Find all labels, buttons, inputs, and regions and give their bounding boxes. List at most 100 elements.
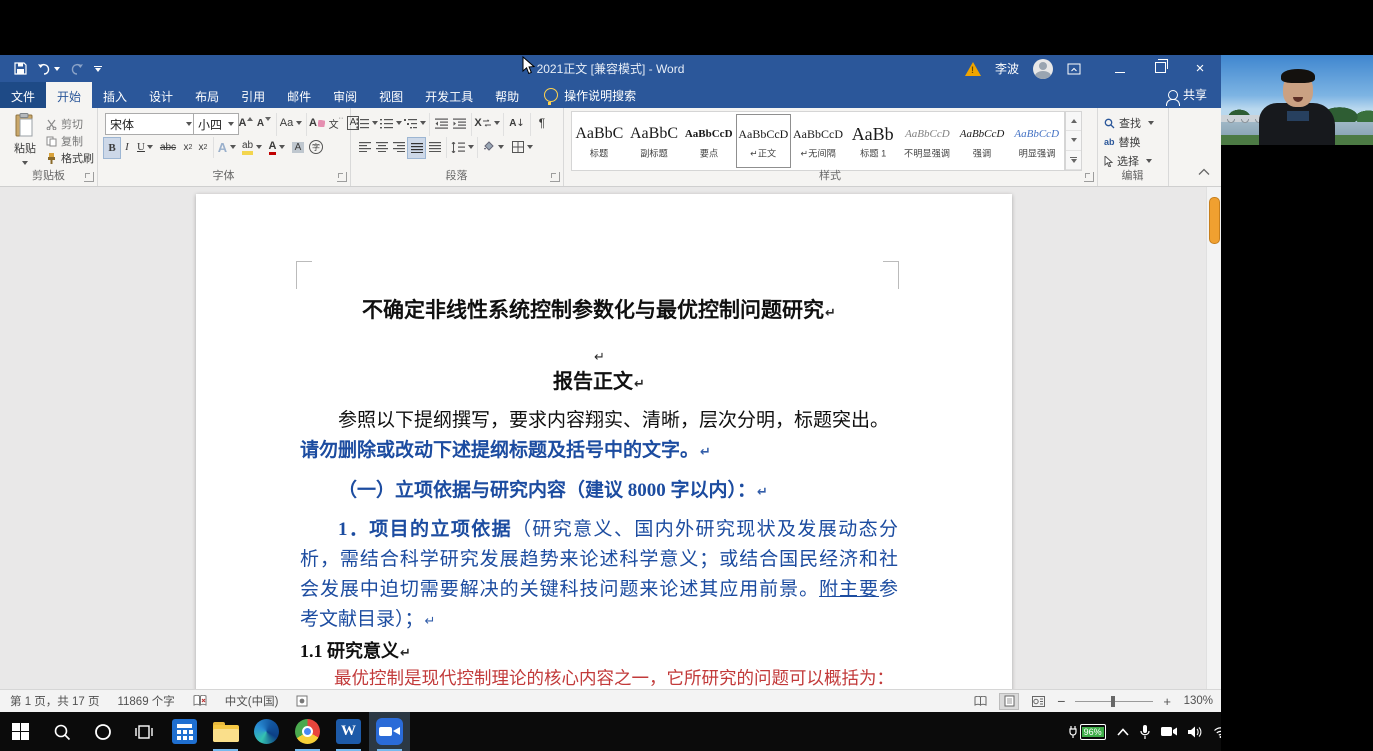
style-item-intense-emphasis[interactable]: AaBbCcD 明显强调 xyxy=(1009,114,1064,168)
collapse-ribbon-button[interactable] xyxy=(1198,168,1210,176)
find-button[interactable]: 查找 xyxy=(1104,115,1154,131)
replace-button[interactable]: ab 替换 xyxy=(1104,134,1141,150)
restore-button[interactable] xyxy=(1147,59,1173,76)
close-button[interactable]: × xyxy=(1187,60,1213,77)
format-painter-button[interactable]: 格式刷 xyxy=(46,150,94,166)
font-color-button[interactable]: A xyxy=(266,137,288,157)
subscript-button[interactable]: x2 xyxy=(181,137,195,157)
style-item-heading1[interactable]: AaBb 标题 1 xyxy=(845,114,900,168)
paragraph-dialog-launcher[interactable] xyxy=(550,172,560,182)
font-size-combobox[interactable]: 小四 xyxy=(193,113,239,135)
proofing-icon[interactable] xyxy=(193,695,207,707)
style-item-normal[interactable]: AaBbCcD ↵正文 xyxy=(736,114,791,168)
page-indicator[interactable]: 第 1 页，共 17 页 xyxy=(10,693,99,709)
webcam-video[interactable] xyxy=(1221,55,1373,145)
language-indicator[interactable]: 中文(中国) xyxy=(225,693,279,709)
tab-file[interactable]: 文件 xyxy=(0,82,47,108)
macro-record-icon[interactable] xyxy=(296,695,308,707)
bold-button[interactable]: B xyxy=(103,137,121,159)
borders-button[interactable] xyxy=(508,137,536,157)
bullets-button[interactable] xyxy=(356,113,378,133)
minimize-button[interactable] xyxy=(1107,61,1133,76)
warning-icon[interactable]: ! xyxy=(964,61,981,76)
zoom-level[interactable]: 130% xyxy=(1181,695,1213,707)
clipboard-dialog-launcher[interactable] xyxy=(84,172,94,182)
multilevel-list-button[interactable] xyxy=(404,113,426,133)
web-layout-button[interactable] xyxy=(1029,694,1047,709)
document-canvas[interactable]: 不确定非线性系统控制参数化与最优控制问题研究↵ ↵ 报告正文↵ 参照以下提纲撰写… xyxy=(0,187,1221,690)
clear-formatting-button[interactable]: A xyxy=(308,113,326,133)
line-spacing-button[interactable] xyxy=(449,137,475,157)
vertical-scrollbar[interactable] xyxy=(1206,187,1221,690)
camera-icon[interactable] xyxy=(1160,726,1177,737)
file-explorer-icon[interactable] xyxy=(205,712,246,751)
undo-button[interactable] xyxy=(37,63,60,75)
strikethrough-button[interactable]: abc xyxy=(157,137,179,157)
tab-home[interactable]: 开始 xyxy=(46,82,93,108)
align-center-button[interactable] xyxy=(373,137,390,157)
style-item-subtitle[interactable]: AaBbC 副标题 xyxy=(627,114,682,168)
search-icon[interactable] xyxy=(41,712,82,751)
align-right-button[interactable] xyxy=(390,137,407,157)
tab-mailings[interactable]: 邮件 xyxy=(276,82,322,108)
share-button[interactable]: 共享 xyxy=(1165,86,1207,106)
tell-me-search[interactable]: 操作说明搜索 xyxy=(538,82,642,108)
start-button[interactable] xyxy=(0,712,41,751)
style-item-title[interactable]: AaBbC 标题 xyxy=(572,114,627,168)
distribute-button[interactable] xyxy=(426,137,443,157)
zoom-in-button[interactable]: + xyxy=(1163,694,1171,709)
ribbon-display-options-button[interactable] xyxy=(1067,63,1093,75)
styles-scroll-down-button[interactable] xyxy=(1066,131,1081,151)
change-case-button[interactable]: Aa xyxy=(279,113,303,133)
tab-design[interactable]: 设计 xyxy=(138,82,184,108)
battery-indicator[interactable]: 96% xyxy=(1068,723,1106,740)
sort-button[interactable]: A ↓ xyxy=(506,113,528,133)
tab-insert[interactable]: 插入 xyxy=(92,82,138,108)
copy-button[interactable]: 复制 xyxy=(46,133,83,149)
user-avatar[interactable] xyxy=(1033,58,1053,79)
tab-references[interactable]: 引用 xyxy=(230,82,276,108)
tab-view[interactable]: 视图 xyxy=(368,82,414,108)
decrease-indent-button[interactable] xyxy=(432,113,450,133)
increase-indent-button[interactable] xyxy=(450,113,468,133)
underline-button[interactable]: U xyxy=(135,137,155,157)
zoom-slider-thumb[interactable] xyxy=(1111,695,1116,707)
style-item-emphasis[interactable]: AaBbCcD 强调 xyxy=(955,114,1010,168)
numbering-button[interactable] xyxy=(380,113,402,133)
zoom-slider[interactable] xyxy=(1075,695,1154,707)
asian-layout-button[interactable]: X xyxy=(474,113,500,133)
tab-review[interactable]: 审阅 xyxy=(322,82,368,108)
microphone-icon[interactable] xyxy=(1139,724,1150,739)
volume-icon[interactable] xyxy=(1187,726,1202,738)
zoom-out-button[interactable]: − xyxy=(1057,693,1065,709)
tab-developer[interactable]: 开发工具 xyxy=(414,82,484,108)
cortana-icon[interactable] xyxy=(82,712,123,751)
style-item-keypoints[interactable]: AaBbCcD 要点 xyxy=(681,114,736,168)
page[interactable]: 不确定非线性系统控制参数化与最优控制问题研究↵ ↵ 报告正文↵ 参照以下提纲撰写… xyxy=(196,194,1012,690)
text-effects-button[interactable]: A xyxy=(216,137,238,157)
word-count[interactable]: 11869 个字 xyxy=(117,693,174,709)
tab-help[interactable]: 帮助 xyxy=(484,82,530,108)
save-icon[interactable] xyxy=(14,62,27,75)
paste-button[interactable]: 粘贴 xyxy=(8,113,42,168)
scrollbar-thumb[interactable] xyxy=(1209,197,1220,244)
show-marks-button[interactable]: ¶ xyxy=(533,113,551,133)
italic-button[interactable]: I xyxy=(121,137,133,157)
undo-caret-icon[interactable] xyxy=(54,66,60,71)
tab-layout[interactable]: 布局 xyxy=(184,82,230,108)
shading-button[interactable] xyxy=(480,137,506,157)
style-item-no-spacing[interactable]: AaBbCcD ↵无间隔 xyxy=(791,114,846,168)
task-view-icon[interactable] xyxy=(123,712,164,751)
meeting-app-icon[interactable] xyxy=(369,712,410,751)
calculator-icon[interactable] xyxy=(164,712,205,751)
enclose-characters-button[interactable]: 字 xyxy=(308,137,324,157)
superscript-button[interactable]: x2 xyxy=(196,137,210,157)
chrome-icon[interactable] xyxy=(287,712,328,751)
highlight-color-button[interactable]: ab xyxy=(240,137,264,157)
character-shading-button[interactable]: A xyxy=(290,137,306,157)
font-name-combobox[interactable]: 宋体 xyxy=(105,113,197,135)
word-taskbar-icon[interactable]: W xyxy=(328,712,369,751)
grow-font-button[interactable]: A xyxy=(237,113,255,133)
align-left-button[interactable] xyxy=(356,137,373,157)
print-layout-button[interactable] xyxy=(999,692,1020,710)
